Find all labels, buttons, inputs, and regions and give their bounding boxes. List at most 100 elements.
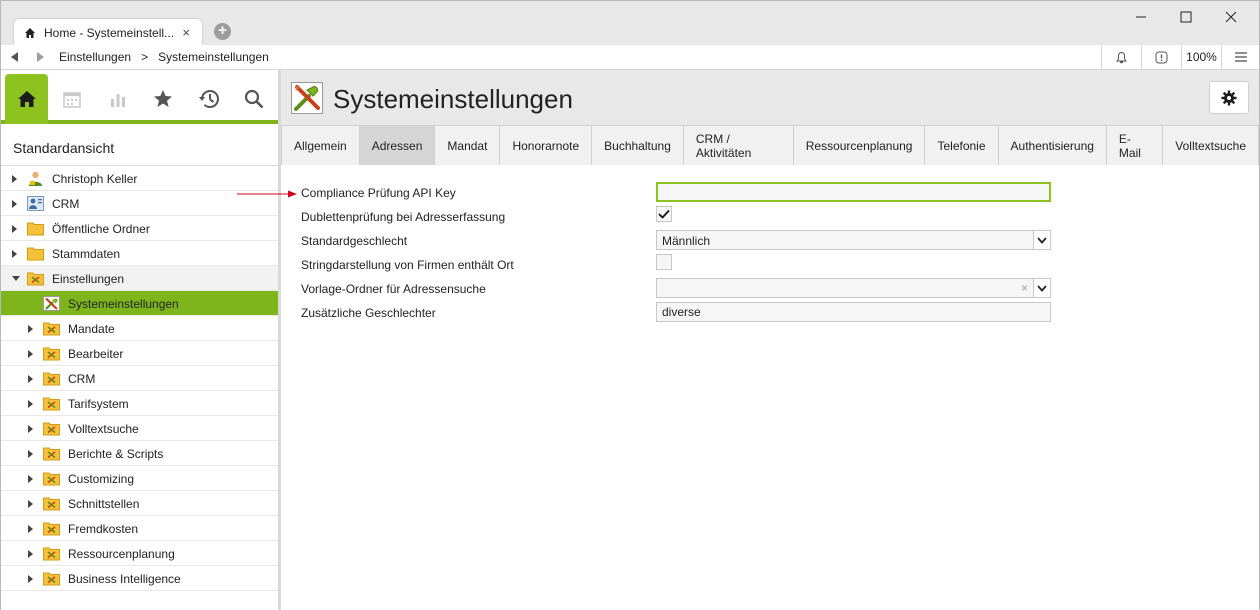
new-tab-button[interactable]: + xyxy=(214,23,231,40)
api-key-input[interactable] xyxy=(656,182,1051,202)
tab-authentisierung[interactable]: Authentisierung xyxy=(998,125,1107,165)
tab-e-mail[interactable]: E-Mail xyxy=(1106,125,1164,165)
chevron-right-icon[interactable] xyxy=(28,525,33,533)
chevron-right-icon[interactable] xyxy=(12,225,17,233)
chevron-right-icon[interactable] xyxy=(28,350,33,358)
chart-icon xyxy=(111,94,125,107)
tools-icon xyxy=(291,82,323,114)
tree-item[interactable]: Customizing xyxy=(1,466,278,491)
checkbox[interactable] xyxy=(656,206,672,222)
favorites-button[interactable] xyxy=(152,88,174,110)
app-window: Home - Systemeinstell... × + Einstellung… xyxy=(0,0,1260,610)
template-folder-select[interactable]: × xyxy=(656,278,1051,298)
tree-item[interactable]: Stammdaten xyxy=(1,241,278,266)
settings-folder-icon xyxy=(43,496,60,511)
tree-item[interactable]: CRM xyxy=(1,366,278,391)
back-arrow-icon[interactable] xyxy=(11,52,18,62)
tools-icon xyxy=(43,296,60,311)
field-label: Standardgeschlecht xyxy=(301,234,408,248)
chevron-right-icon[interactable] xyxy=(28,400,33,408)
chevron-right-icon[interactable] xyxy=(28,425,33,433)
tree-item[interactable]: Systemeinstellungen xyxy=(1,291,278,316)
settings-folder-icon xyxy=(43,346,60,361)
history-button[interactable] xyxy=(198,88,220,110)
chevron-right-icon[interactable] xyxy=(12,200,17,208)
hamburger-menu-icon xyxy=(1234,52,1247,62)
tree-item[interactable]: Christoph Keller xyxy=(1,166,278,191)
tab-close-icon[interactable]: × xyxy=(182,25,190,40)
tree-item-label: CRM xyxy=(52,197,80,211)
breadcrumb-item-einstellungen[interactable]: Einstellungen xyxy=(59,50,131,64)
star-icon xyxy=(154,90,172,107)
calendar-icon xyxy=(63,92,81,108)
tree-item-label: Christoph Keller xyxy=(52,172,138,186)
zoom-level[interactable]: 100% xyxy=(1181,45,1221,69)
tab-crm-aktivitäten[interactable]: CRM / Aktivitäten xyxy=(683,125,794,165)
tab-allgemein[interactable]: Allgemein xyxy=(281,125,360,165)
chevron-right-icon[interactable] xyxy=(28,450,33,458)
tree-item-label: Customizing xyxy=(68,472,135,486)
settings-folder-icon xyxy=(43,421,60,436)
menu-button[interactable] xyxy=(1221,45,1259,69)
tree-item[interactable]: Öffentliche Ordner xyxy=(1,216,278,241)
tree-item[interactable]: Volltextsuche xyxy=(1,416,278,441)
tree-item[interactable]: Ressourcenplanung xyxy=(1,541,278,566)
tab-telefonie[interactable]: Telefonie xyxy=(925,125,999,165)
gender-select[interactable]: Männlich xyxy=(656,230,1051,250)
page-header: Systemeinstellungen xyxy=(281,70,1259,125)
additional-genders-input[interactable] xyxy=(656,302,1051,322)
chevron-right-icon[interactable] xyxy=(12,250,17,258)
chevron-right-icon[interactable] xyxy=(28,375,33,383)
settings-folder-icon xyxy=(43,321,60,336)
form-row: Dublettenprüfung bei Adresserfassung xyxy=(301,206,1061,228)
tree-item[interactable]: Schnittstellen xyxy=(1,491,278,516)
breadcrumb-item-systemeinstellungen[interactable]: Systemeinstellungen xyxy=(158,50,269,64)
settings-button[interactable] xyxy=(1209,81,1249,114)
chevron-right-icon[interactable] xyxy=(12,175,17,183)
tree-item-label: Business Intelligence xyxy=(68,572,181,586)
tab-honorarnote[interactable]: Honorarnote xyxy=(500,125,593,165)
home-button[interactable] xyxy=(5,74,48,124)
search-button[interactable] xyxy=(243,88,265,110)
tab-volltextsuche[interactable]: Volltextsuche xyxy=(1163,125,1259,165)
view-title: Standardansicht xyxy=(1,128,278,166)
info-button[interactable] xyxy=(1141,45,1181,69)
chevron-right-icon[interactable] xyxy=(28,475,33,483)
tab-adressen[interactable]: Adressen xyxy=(359,125,436,165)
clear-icon[interactable]: × xyxy=(1021,281,1028,295)
tree-item[interactable]: Bearbeiter xyxy=(1,341,278,366)
tab-buchhaltung[interactable]: Buchhaltung xyxy=(592,125,684,165)
tree-item[interactable]: Tarifsystem xyxy=(1,391,278,416)
chevron-right-icon[interactable] xyxy=(28,325,33,333)
calendar-button[interactable] xyxy=(61,88,83,110)
tree-item[interactable]: Berichte & Scripts xyxy=(1,441,278,466)
info-icon xyxy=(1155,51,1168,63)
checkbox[interactable] xyxy=(656,254,672,270)
form-row: Zusätzliche Geschlechter xyxy=(301,302,1061,324)
crm-icon xyxy=(27,196,44,211)
left-pane: Standardansicht Christoph Keller CRM Öffen… xyxy=(1,70,278,610)
notifications-button[interactable] xyxy=(1101,45,1141,69)
tree-item-label: Systemeinstellungen xyxy=(68,297,179,311)
chevron-down-icon[interactable] xyxy=(12,276,20,281)
nav-right-tools: 100% xyxy=(1101,45,1259,69)
tab-ressourcenplanung[interactable]: Ressourcenplanung xyxy=(793,125,926,165)
chevron-down-icon[interactable] xyxy=(1033,231,1050,249)
tab-mandat[interactable]: Mandat xyxy=(435,125,501,165)
chevron-right-icon[interactable] xyxy=(28,575,33,583)
title-bar: Home - Systemeinstell... × + xyxy=(1,1,1259,46)
folder-tree: Christoph Keller CRM Öffentliche Ordner Sta… xyxy=(1,166,278,591)
tree-item[interactable]: Mandate xyxy=(1,316,278,341)
chevron-down-icon[interactable] xyxy=(1033,279,1050,297)
tree-item[interactable]: Business Intelligence xyxy=(1,566,278,591)
maximize-icon[interactable] xyxy=(1176,7,1196,27)
close-window-icon[interactable] xyxy=(1221,7,1241,27)
chevron-right-icon[interactable] xyxy=(28,500,33,508)
statistics-button[interactable] xyxy=(107,88,129,110)
minimize-icon[interactable] xyxy=(1131,7,1151,27)
tree-item[interactable]: Einstellungen xyxy=(1,266,278,291)
chevron-right-icon[interactable] xyxy=(28,550,33,558)
forward-arrow-icon[interactable] xyxy=(37,52,44,62)
tree-item[interactable]: Fremdkosten xyxy=(1,516,278,541)
browser-tab[interactable]: Home - Systemeinstell... × xyxy=(13,18,203,46)
